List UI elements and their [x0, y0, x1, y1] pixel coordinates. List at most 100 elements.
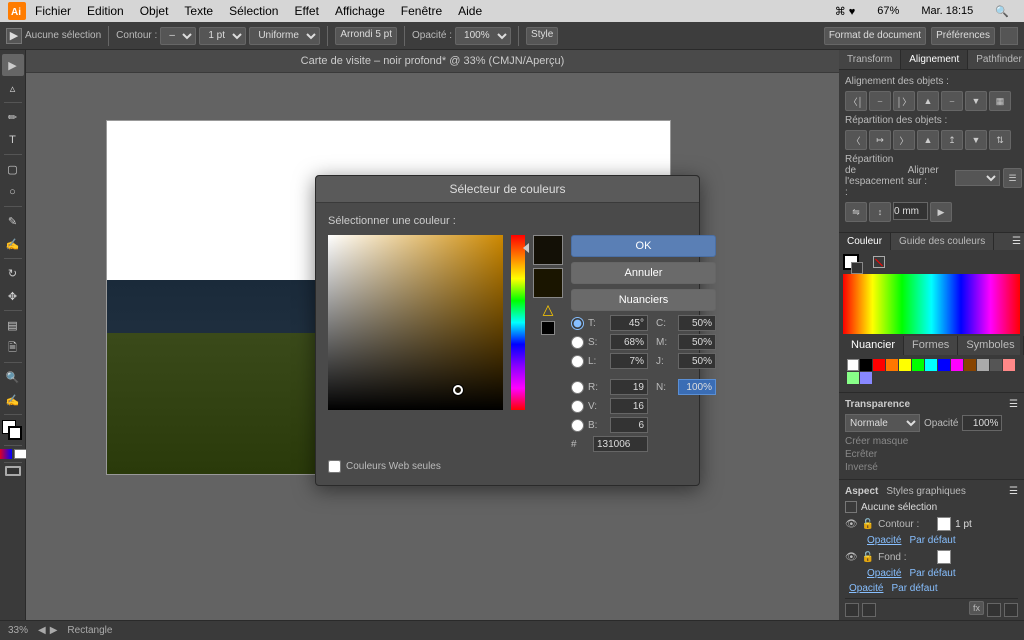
V-radio[interactable]	[571, 400, 584, 413]
swatch-cyan[interactable]	[925, 359, 937, 371]
menu-texte[interactable]: Texte	[177, 2, 220, 20]
ecreter-btn[interactable]: Ecrêter	[845, 449, 1018, 460]
aspect-tool-2[interactable]	[862, 603, 876, 617]
rect-tool-btn[interactable]: ▢	[2, 158, 24, 180]
stroke-size-select[interactable]: 1 pt	[199, 27, 246, 45]
tab-couleur[interactable]: Couleur	[839, 233, 891, 250]
search-icon[interactable]: 🔍	[988, 3, 1016, 20]
spacing-v-btn[interactable]: ↕	[869, 202, 891, 222]
align-bottom-btn[interactable]: ▼	[965, 91, 987, 111]
L-input[interactable]	[610, 353, 648, 369]
fg-swatch[interactable]	[843, 254, 859, 270]
C-input[interactable]	[678, 315, 716, 331]
hex-input[interactable]	[593, 436, 648, 452]
preferences-btn[interactable]: Préférences	[931, 27, 995, 45]
J-input[interactable]	[678, 353, 716, 369]
aspect-tool-4[interactable]	[1004, 603, 1018, 617]
menu-aide[interactable]: Aide	[451, 2, 489, 20]
N-input[interactable]	[678, 379, 716, 395]
aspect-tool-3[interactable]	[987, 603, 1001, 617]
align-left-btn[interactable]: 〈│	[845, 91, 867, 111]
swatch-blue[interactable]	[938, 359, 950, 371]
stroke-swatch[interactable]	[8, 426, 22, 440]
pen-tool-btn[interactable]: ✏	[2, 106, 24, 128]
M-input[interactable]	[678, 334, 716, 350]
swatch-black[interactable]	[860, 359, 872, 371]
V-input[interactable]	[610, 398, 648, 414]
align-top-btn[interactable]: ▲	[917, 91, 939, 111]
T-radio[interactable]	[571, 317, 584, 330]
scale-tool-btn[interactable]: ✥	[2, 285, 24, 307]
eye-fond[interactable]: 👁	[845, 552, 858, 563]
distrib-left-btn[interactable]: 〈	[845, 130, 867, 150]
menu-edition[interactable]: Edition	[80, 2, 131, 20]
format-document-btn[interactable]: Format de document	[824, 27, 926, 45]
stroke-color-select[interactable]: –	[160, 27, 196, 45]
swatch-brown[interactable]	[964, 359, 976, 371]
select-tool-btn[interactable]: ▶	[2, 54, 24, 76]
contour-color-swatch[interactable]	[937, 517, 951, 531]
swatch-gray[interactable]	[977, 359, 989, 371]
tab-alignement[interactable]: Alignement	[901, 50, 968, 69]
tab-transform[interactable]: Transform	[839, 50, 901, 69]
swatch-lightgreen[interactable]	[847, 372, 859, 384]
tab-nuancier[interactable]: Nuancier	[843, 336, 904, 355]
eye-contour[interactable]: 👁	[845, 519, 858, 530]
direct-select-btn[interactable]: ▵	[2, 77, 24, 99]
text-tool-btn[interactable]: T	[2, 129, 24, 151]
color-spectrum[interactable]	[843, 274, 1020, 334]
distrib-h-btn[interactable]: ↦	[869, 130, 891, 150]
opacity-select[interactable]: 100%	[455, 27, 511, 45]
tab-formes[interactable]: Formes	[904, 336, 958, 355]
trans-menu[interactable]: ☰	[1009, 399, 1018, 410]
hue-slider[interactable]	[511, 235, 525, 410]
tab-guide-couleurs[interactable]: Guide des couleurs	[891, 233, 994, 250]
distrib-extra-btn[interactable]: ⇅	[989, 130, 1011, 150]
distrib-v-btn[interactable]: ↥	[941, 130, 963, 150]
color-btn[interactable]	[0, 449, 12, 459]
B-input[interactable]	[610, 417, 648, 433]
tab-symboles[interactable]: Symboles	[958, 336, 1023, 355]
gamut-color[interactable]	[541, 321, 555, 335]
swatch-pink[interactable]	[1003, 359, 1015, 371]
swatch-red[interactable]	[873, 359, 885, 371]
opacity-input-trans[interactable]	[962, 415, 1002, 431]
create-mask-btn[interactable]: Créer masque	[845, 436, 1018, 447]
normal-view-btn[interactable]	[5, 466, 21, 476]
style-dropdown[interactable]: Style	[526, 27, 558, 45]
aspect-menu[interactable]: ☰	[1009, 486, 1018, 497]
prev-page-btn[interactable]: ◀	[38, 625, 46, 636]
rotate-tool-btn[interactable]: ↻	[2, 262, 24, 284]
spacing-input[interactable]	[893, 202, 928, 220]
blend-mode-select[interactable]: Normale	[845, 414, 920, 432]
bg-swatch[interactable]	[851, 262, 863, 274]
inverse-btn[interactable]: Inversé	[845, 462, 1018, 473]
swatch-orange[interactable]	[886, 359, 898, 371]
fond-opacity-link[interactable]: Opacité	[867, 568, 901, 579]
gradient-square[interactable]	[328, 235, 503, 410]
aspect-tool-1[interactable]	[845, 603, 859, 617]
distrib-right-btn[interactable]: 〉	[893, 130, 915, 150]
fx-label[interactable]: fx	[969, 603, 984, 617]
fond-color-swatch[interactable]	[937, 550, 951, 564]
none-swatch[interactable]	[873, 256, 885, 268]
align-extra-btn[interactable]: ▦	[989, 91, 1011, 111]
menu-effet[interactable]: Effet	[287, 2, 325, 20]
gamut-warning-icon[interactable]: △	[543, 301, 554, 318]
corner-dropdown[interactable]: Arrondi 5 pt	[335, 27, 397, 45]
B-radio[interactable]	[571, 419, 584, 432]
opacity-aspect-link[interactable]: Opacité	[849, 583, 883, 594]
spacing-apply-btn[interactable]: ▶	[930, 202, 952, 222]
menu-fenetre[interactable]: Fenêtre	[394, 2, 449, 20]
S-input[interactable]	[610, 334, 648, 350]
swatch-darkgray[interactable]	[990, 359, 1002, 371]
gradient-tool-btn[interactable]: ▤	[2, 314, 24, 336]
brush-tool-btn[interactable]: ✎	[2, 210, 24, 232]
fx-btn[interactable]: fx	[969, 601, 984, 615]
R-input[interactable]	[610, 379, 648, 395]
swatch-yellow[interactable]	[899, 359, 911, 371]
zoom-tool-btn[interactable]: 🔍	[2, 366, 24, 388]
align-on-extra-btn[interactable]: ☰	[1003, 168, 1021, 188]
menu-objet[interactable]: Objet	[133, 2, 176, 20]
nuanciers-btn[interactable]: Nuanciers	[571, 289, 716, 311]
